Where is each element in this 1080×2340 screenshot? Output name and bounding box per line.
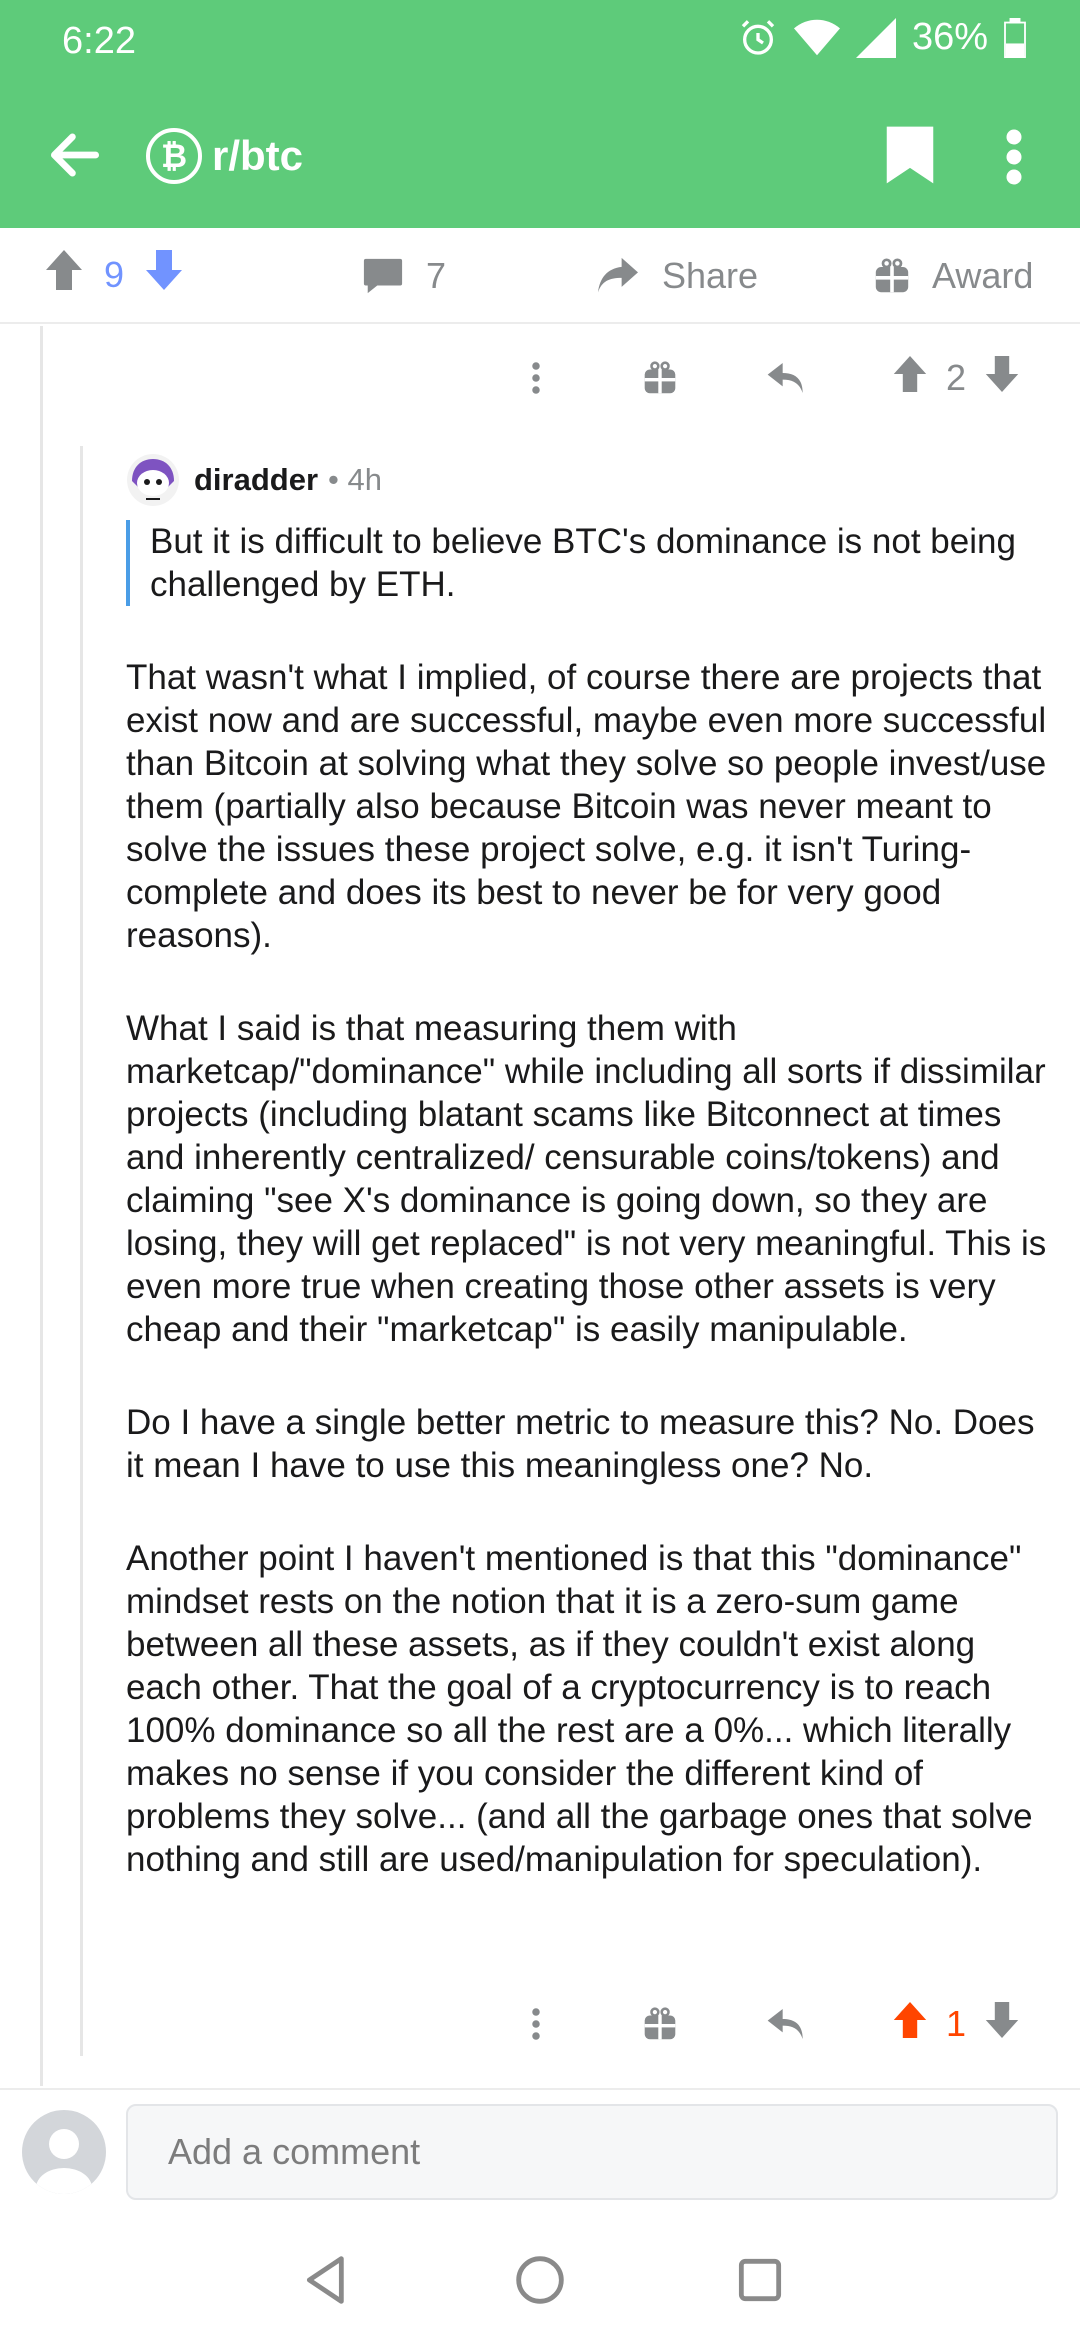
comment-icon — [363, 258, 403, 294]
comment: diradder • 4h But it is difficult to bel… — [126, 450, 1056, 1881]
downvote-icon — [985, 355, 1019, 392]
comment-score: 1 — [946, 2003, 967, 2044]
upvote-icon — [893, 2001, 927, 2038]
comment-count: 7 — [426, 255, 447, 296]
more-vertical-icon — [1006, 129, 1022, 185]
wifi-icon — [793, 18, 840, 58]
upvote-button[interactable] — [44, 248, 84, 301]
parent-more-button[interactable] — [516, 350, 556, 406]
upvote-icon — [893, 355, 927, 392]
post-vote-group: 9 — [44, 248, 184, 301]
parent-reply-button[interactable] — [764, 350, 808, 406]
back-button[interactable] — [44, 124, 106, 186]
comment-more-button[interactable] — [516, 1996, 556, 2052]
square-recents-icon — [738, 2258, 782, 2302]
comment-vote-group: 1 — [892, 1996, 1020, 2052]
post-score: 9 — [104, 253, 125, 295]
add-comment-input[interactable]: Add a comment — [126, 2104, 1058, 2200]
status-time: 6:22 — [62, 20, 136, 62]
app-bar: ₿ r/btc — [0, 100, 1080, 210]
comment-paragraph: That wasn't what I implied, of course th… — [126, 658, 1047, 955]
upvote-icon — [46, 250, 82, 290]
subreddit-name[interactable]: r/btc — [212, 128, 303, 184]
nav-home-button[interactable] — [508, 2248, 572, 2312]
parent-upvote-button[interactable] — [892, 354, 928, 403]
post-action-bar: 9 7 Share Award — [0, 228, 1080, 324]
bookmark-icon — [886, 126, 934, 184]
alarm-icon — [738, 18, 778, 58]
nav-recents-button[interactable] — [728, 2248, 792, 2312]
comment-actions: 1 — [0, 1984, 1080, 2064]
comment-composer: Add a comment — [0, 2088, 1080, 2218]
comment-downvote-button[interactable] — [984, 2000, 1020, 2049]
share-button[interactable]: Share — [596, 248, 758, 304]
more-vertical-icon — [532, 2008, 540, 2040]
status-icons: 36% — [738, 16, 1026, 59]
current-user-avatar[interactable] — [22, 2110, 106, 2194]
comment-paragraph: What I said is that measuring them with … — [126, 1009, 1047, 1349]
comment-upvote-button[interactable] — [892, 2000, 928, 2049]
comment-reply-button[interactable] — [764, 1996, 808, 2052]
parent-downvote-button[interactable] — [984, 354, 1020, 403]
nav-back-button[interactable] — [296, 2248, 360, 2312]
share-icon — [598, 257, 638, 293]
parent-comment-actions: 2 — [0, 338, 1080, 418]
snoo-avatar-icon — [127, 454, 179, 506]
downvote-icon — [985, 2001, 1019, 2038]
thread-line-level-2[interactable] — [80, 446, 83, 2056]
parent-score: 2 — [946, 357, 967, 398]
system-nav-bar — [0, 2220, 1080, 2340]
back-arrow-icon — [50, 133, 100, 177]
cell-signal-icon — [855, 17, 896, 58]
comment-paragraph: Another point I haven't mentioned is tha… — [126, 1539, 1033, 1879]
top-header: 6:22 36% ₿ r/btc — [0, 0, 1080, 228]
award-button[interactable]: Award — [874, 248, 1033, 304]
battery-percent: 36% — [911, 16, 988, 58]
user-placeholder-icon — [36, 2129, 92, 2194]
user-avatar[interactable] — [126, 453, 180, 507]
reply-icon — [767, 2009, 803, 2039]
parent-vote-group: 2 — [892, 350, 1020, 406]
triangle-back-icon — [306, 2256, 344, 2304]
parent-award-button[interactable] — [640, 350, 680, 406]
comment-paragraph: Do I have a single better metric to meas… — [126, 1403, 1035, 1485]
circle-home-icon — [516, 2256, 564, 2304]
status-bar: 6:22 36% — [0, 0, 1080, 80]
reply-icon — [767, 363, 803, 393]
gift-icon — [644, 2007, 676, 2040]
gift-icon — [644, 361, 676, 394]
bookmark-button[interactable] — [884, 124, 940, 186]
comment-age: • 4h — [328, 462, 382, 497]
comments-button[interactable]: 7 — [362, 248, 446, 304]
more-options-button[interactable] — [1004, 126, 1040, 188]
comment-quote: But it is difficult to believe BTC's dom… — [126, 520, 1056, 606]
award-label: Award — [932, 255, 1034, 296]
thread-line-level-1[interactable] — [40, 326, 43, 2086]
gift-icon — [875, 258, 909, 293]
more-vertical-icon — [532, 362, 540, 394]
bitcoin-icon: ₿ — [160, 137, 188, 174]
comment-author[interactable]: diradder — [194, 462, 318, 498]
comment-author-line: diradder • 4h — [126, 450, 1056, 510]
comment-award-button[interactable] — [640, 1996, 680, 2052]
subreddit-icon[interactable]: ₿ — [146, 128, 202, 184]
battery-icon — [1004, 17, 1026, 58]
share-label: Share — [662, 255, 759, 296]
downvote-icon — [146, 250, 183, 290]
downvote-button[interactable] — [144, 248, 184, 301]
